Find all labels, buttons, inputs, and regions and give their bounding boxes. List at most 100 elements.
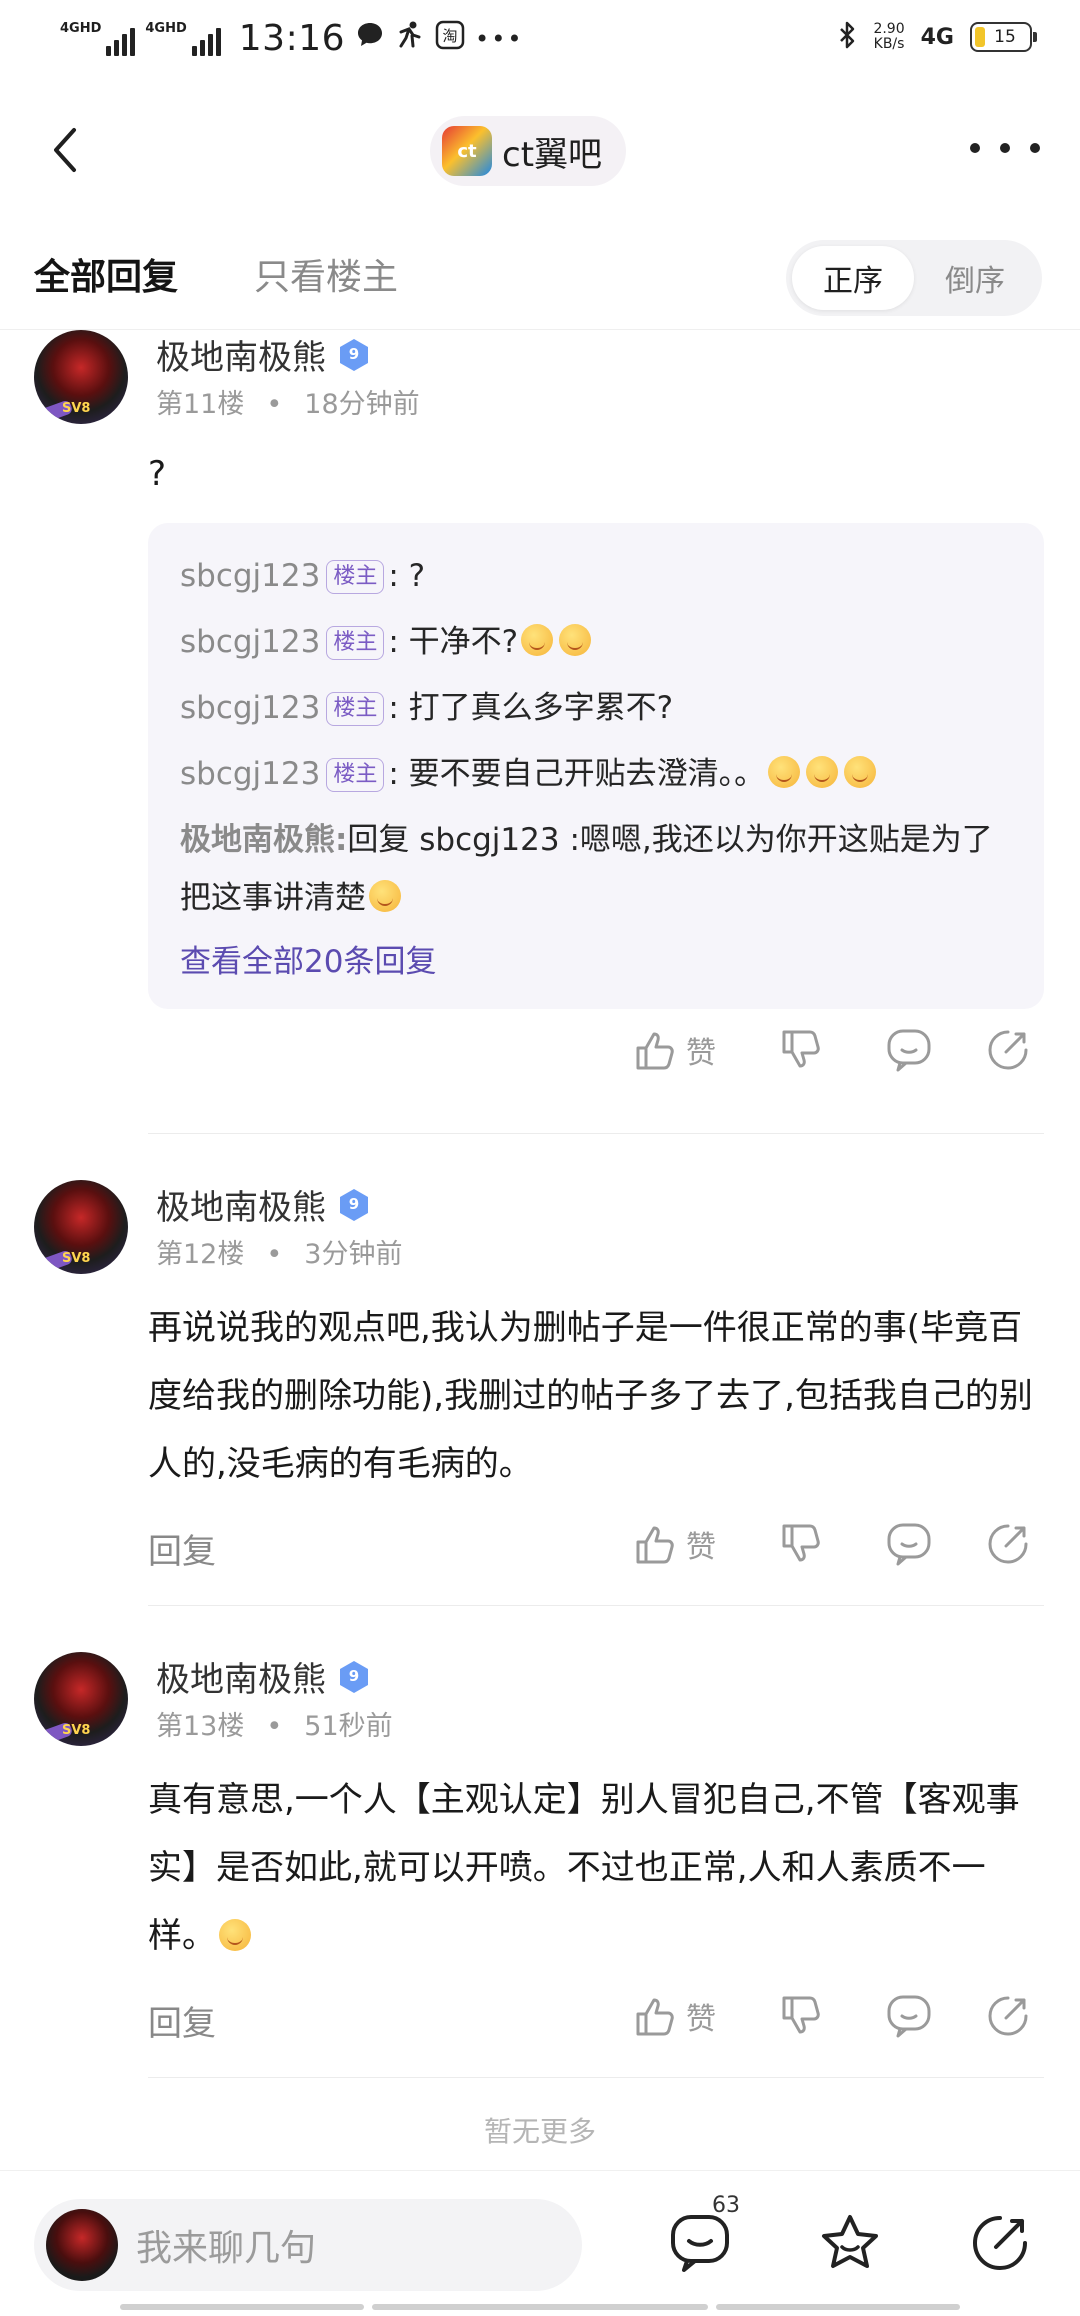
floor-number: 第12楼 <box>156 1239 245 1270</box>
sub-reply-user[interactable]: sbcgj123 <box>180 558 320 594</box>
avatar[interactable]: SV8 <box>34 330 128 424</box>
emoji-icon <box>521 624 554 656</box>
like-button[interactable]: 赞 <box>634 1522 716 1566</box>
back-button[interactable] <box>40 120 90 180</box>
reply-button[interactable]: 回复 <box>148 1996 216 2045</box>
reply-time: 18分钟前 <box>304 389 420 420</box>
share-icon <box>988 1030 1028 1070</box>
reply-actions: 赞 <box>148 1020 1044 1090</box>
like-button[interactable]: 赞 <box>634 1028 716 1072</box>
gesture-bar <box>120 2304 364 2310</box>
reply-input[interactable]: 我来聊几句 <box>34 2199 582 2291</box>
avatar[interactable]: SV8 <box>34 1652 128 1746</box>
forum-entry-button[interactable]: ct ct翼吧 <box>430 116 627 186</box>
network-speed-unit: KB/s <box>873 36 905 52</box>
user-avatar <box>46 2209 118 2281</box>
dislike-button[interactable] <box>780 1028 824 1072</box>
forum-logo-icon: ct <box>442 126 492 176</box>
signal-1-icon: 4GHD <box>60 20 136 56</box>
level-badge: 9 <box>336 1187 372 1223</box>
username[interactable]: 极地南极熊 9 <box>156 330 372 379</box>
sort-descending-button[interactable]: 倒序 <box>914 246 1036 310</box>
level-number: 9 <box>348 1194 360 1213</box>
sub-reply-text: 打了真么多字累不? <box>408 690 674 726</box>
sub-reply-text: 要不要自己开贴去澄清。。 <box>408 756 766 792</box>
sub-reply-text: 干净不? <box>408 624 519 660</box>
op-tag: 楼主 <box>326 692 385 726</box>
level-number: 9 <box>348 1666 360 1685</box>
sub-reply-user[interactable]: 极地南极熊 <box>180 822 335 858</box>
tab-op-only[interactable]: 只看楼主 <box>254 248 398 300</box>
sub-reply-item: sbcgj123 楼主: ? <box>180 543 1012 609</box>
avatar[interactable]: SV8 <box>34 1180 128 1274</box>
comment-button[interactable] <box>886 1994 932 2038</box>
separator: : <box>388 624 399 660</box>
comment-button[interactable] <box>886 1522 932 1566</box>
bottom-bar: 我来聊几句 63 <box>0 2170 1080 2316</box>
comments-button[interactable] <box>668 2211 732 2275</box>
chevron-left-icon <box>54 128 76 172</box>
reply-button[interactable]: 回复 <box>148 1524 216 1573</box>
favorite-button[interactable] <box>818 2211 882 2275</box>
op-tag: 楼主 <box>326 626 385 660</box>
username-text: 极地南极熊 <box>156 1188 326 1228</box>
battery-icon: 15 <box>970 22 1037 52</box>
separator: : <box>388 690 399 726</box>
reply-time: 51秒前 <box>304 1711 393 1742</box>
username-text: 极地南极熊 <box>156 1660 326 1700</box>
gesture-bar <box>372 2304 708 2310</box>
sub-reply-text: ? <box>408 558 426 594</box>
battery-level: 15 <box>994 27 1016 47</box>
status-bar: 4GHD 4GHD 13:16 淘 ••• 2.90 KB/s 4G 15 <box>0 0 1080 84</box>
thumbs-down-icon <box>782 1030 820 1068</box>
username-text: 极地南极熊 <box>156 338 326 378</box>
sub-reply-user[interactable]: sbcgj123 <box>180 624 320 660</box>
like-label: 赞 <box>686 1036 716 1071</box>
thumbs-down-icon <box>782 1524 820 1562</box>
reply-actions: 回复 赞 <box>148 1986 1044 2056</box>
like-label: 赞 <box>686 2002 716 2037</box>
dislike-button[interactable] <box>780 1522 824 1566</box>
sort-ascending-button[interactable]: 正序 <box>792 246 914 310</box>
share-button[interactable] <box>986 1994 1030 2038</box>
comment-bubble-icon <box>671 2215 729 2272</box>
username[interactable]: 极地南极熊 9 <box>156 1652 372 1701</box>
sub-reply-box[interactable]: sbcgj123 楼主: ? sbcgj123 楼主: 干净不? sbcgj123 楼… <box>148 523 1044 1009</box>
floor-number: 第11楼 <box>156 389 245 420</box>
reply-text: 真有意思,一个人【主观认定】别人冒犯自己,不管【客观事实】是否如此,就可以开喷。… <box>148 1780 1020 1956</box>
no-more-text: 暂无更多 <box>483 2115 596 2148</box>
dislike-button[interactable] <box>780 1994 824 2038</box>
emoji-icon <box>559 624 592 656</box>
comment-bubble-icon <box>887 1995 931 2038</box>
reply-meta: 第11楼 • 18分钟前 <box>156 389 420 420</box>
sub-reply-item: sbcgj123 楼主: 要不要自己开贴去澄清。。 <box>180 741 1012 807</box>
share-button[interactable] <box>986 1028 1030 1072</box>
comment-button[interactable] <box>886 1028 932 1072</box>
sub-reply-user[interactable]: sbcgj123 <box>180 756 320 792</box>
tab-all-replies[interactable]: 全部回复 <box>34 248 178 300</box>
level-badge: 9 <box>336 337 372 373</box>
bluetooth-icon <box>837 20 857 54</box>
signal-2-icon: 4GHD <box>145 21 221 56</box>
network-speed: 2.90 KB/s <box>873 22 904 52</box>
reply-time: 3分钟前 <box>304 1239 403 1270</box>
view-all-replies-link[interactable]: 查看全部20条回复 <box>180 933 1012 991</box>
share-icon <box>988 1996 1028 2036</box>
star-icon <box>822 2215 878 2268</box>
more-notifications-icon: ••• <box>475 24 524 53</box>
share-button[interactable] <box>986 1522 1030 1566</box>
svg-text:淘: 淘 <box>443 27 458 45</box>
comment-count-badge: 63 <box>712 2193 740 2218</box>
emoji-icon <box>768 756 801 788</box>
more-button[interactable] <box>970 128 1040 168</box>
like-button[interactable]: 赞 <box>634 1994 716 2038</box>
sub-reply-user[interactable]: sbcgj123 <box>180 690 320 726</box>
username[interactable]: 极地南极熊 9 <box>156 1180 372 1229</box>
share-post-button[interactable] <box>968 2211 1032 2275</box>
divider <box>148 2077 1044 2078</box>
reply-content: 再说说我的观点吧,我认为删帖子是一件很正常的事(毕竟百度给我的删除功能),我删过… <box>148 1308 1033 1484</box>
activity-notification-icon <box>395 20 425 58</box>
signal-1-label: 4GHD <box>60 20 102 36</box>
share-icon <box>988 1524 1028 1564</box>
reply-content: ? <box>148 454 167 494</box>
